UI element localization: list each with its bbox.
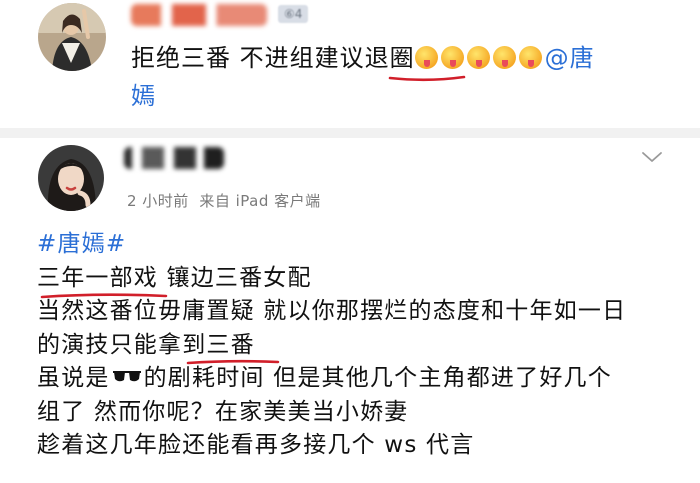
pleading-face-icon bbox=[492, 46, 516, 69]
pleading-face-icon bbox=[466, 46, 490, 69]
username-blurred[interactable] bbox=[131, 4, 267, 26]
pleading-face-icon bbox=[414, 46, 438, 69]
pleading-face-icon bbox=[518, 46, 542, 69]
avatar[interactable] bbox=[38, 145, 104, 211]
mention-link-continued[interactable]: 嫣 bbox=[131, 82, 156, 110]
avatar[interactable] bbox=[38, 3, 106, 71]
hashtag-link[interactable]: #唐嫣# bbox=[37, 231, 126, 257]
post-line: 的演技只能拿到三番 bbox=[37, 331, 255, 358]
mention-link[interactable]: @唐 bbox=[545, 44, 595, 72]
post-line: 当然这番位毋庸置疑 就以你那摆烂的态度和十年如一日 bbox=[37, 298, 627, 324]
post-line: 三年一部戏 镶边三番女配 bbox=[37, 264, 312, 291]
pleading-face-icon bbox=[440, 46, 464, 69]
username-blurred[interactable] bbox=[124, 147, 224, 169]
post-time: 2 小时前 bbox=[127, 192, 189, 210]
post-text-main: 拒绝三番 不进组建议 bbox=[131, 44, 365, 72]
post-separator bbox=[0, 128, 700, 138]
sunglasses-icon bbox=[112, 371, 141, 382]
post-text: 拒绝三番 不进组建议退圈 @唐 嫣 bbox=[131, 39, 671, 115]
post-line: 组了 然而你呢？在家美美当小娇妻 bbox=[37, 398, 409, 425]
post-line: 趁着这几年脸还能看再多接几个 ws 代言 bbox=[37, 432, 475, 458]
post-line-part: 虽说是 bbox=[37, 365, 110, 391]
post-line-part: 的剧耗时间 但是其他几个主角都进了好几个 bbox=[143, 365, 612, 391]
post-meta: 2 小时前 来自 iPad 客户端 bbox=[127, 190, 321, 211]
post-text-highlight: 退圈 bbox=[364, 44, 415, 72]
user-level-badge: ⑥4 bbox=[278, 5, 309, 23]
post-text: #唐嫣# 三年一部戏 镶边三番女配 当然这番位毋庸置疑 就以你那摆烂的态度和十年… bbox=[37, 228, 677, 463]
post-card-1: ⑥4 拒绝三番 不进组建议退圈 @唐 嫣 bbox=[0, 0, 700, 128]
chevron-down-icon[interactable] bbox=[640, 149, 664, 165]
post-source: 来自 iPad 客户端 bbox=[199, 192, 321, 210]
